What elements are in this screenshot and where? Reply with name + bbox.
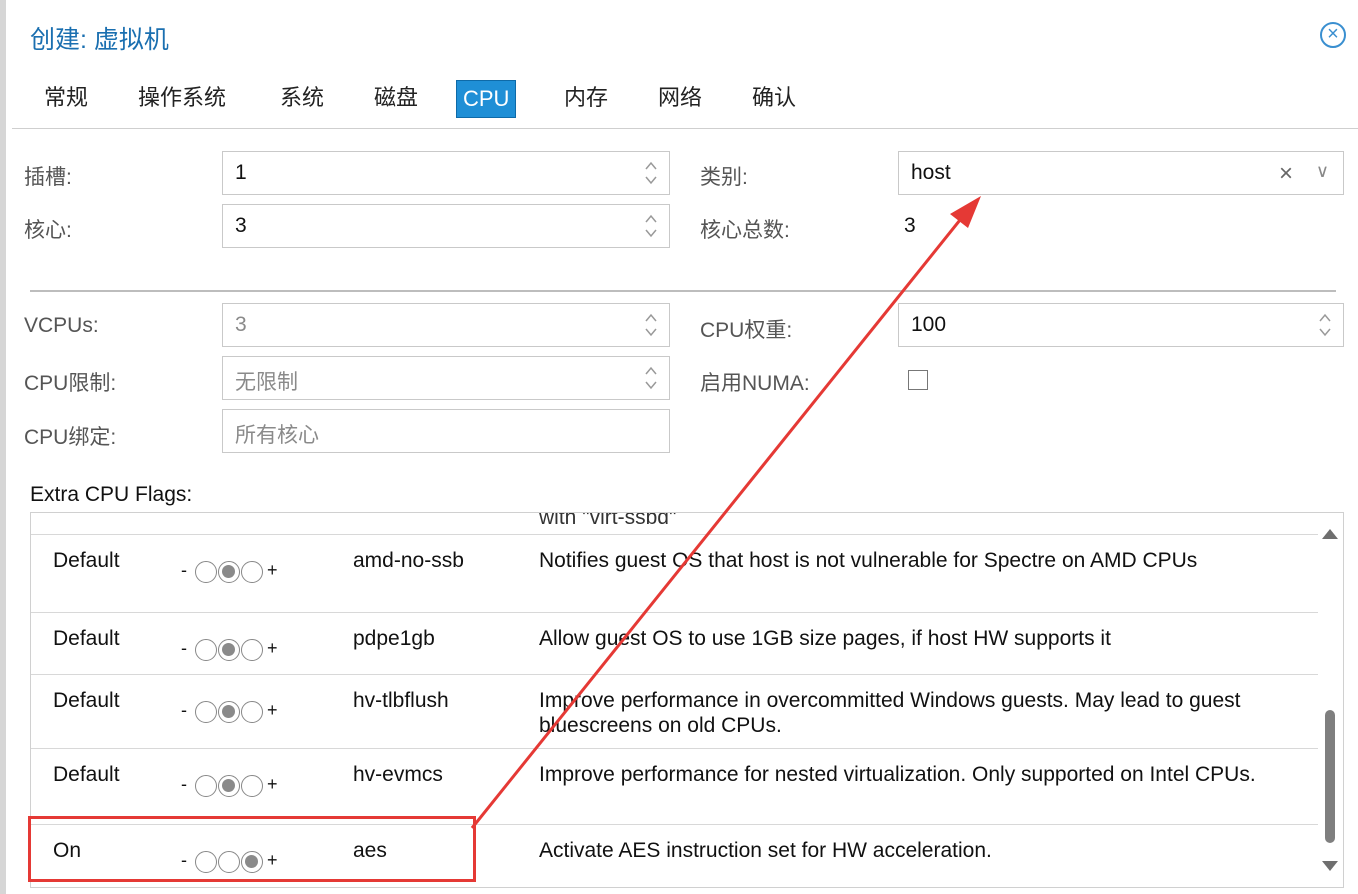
flag-off-radio[interactable] (195, 851, 217, 873)
flag-description: Improve performance in overcommitted Win… (539, 689, 1241, 737)
vcpus-value: 3 (235, 313, 247, 336)
flag-off-radio[interactable] (195, 701, 217, 723)
cores-value: 3 (235, 214, 247, 237)
scroll-up-icon[interactable] (1322, 529, 1338, 539)
sockets-label: 插槽: (24, 166, 72, 189)
plus-label: + (267, 774, 278, 794)
flag-name: amd-no-ssb (353, 549, 464, 572)
plus-label: + (267, 700, 278, 720)
scrollbar-thumb[interactable] (1325, 710, 1335, 843)
create-vm-dialog: 创建: 虚拟机 × 常规 操作系统 系统 磁盘 CPU 内存 网络 确认 插槽:… (0, 0, 1358, 894)
flag-name: pdpe1gb (353, 627, 435, 650)
total-cores-label: 核心总数: (700, 219, 790, 242)
spinner-icon[interactable] (1317, 309, 1333, 341)
dialog-titlebar: 创建: 虚拟机 × (12, 0, 1358, 74)
clear-icon[interactable]: × (1279, 160, 1293, 188)
cpu-affinity-input[interactable]: 所有核心 (222, 409, 670, 453)
flag-state: Default (53, 689, 120, 712)
flag-description: Notifies guest OS that host is not vulne… (539, 549, 1198, 572)
flag-on-radio[interactable] (241, 701, 263, 723)
section-divider (30, 290, 1336, 292)
flag-default-radio[interactable] (218, 561, 240, 583)
flag-default-radio[interactable] (218, 701, 240, 723)
cpu-type-select[interactable]: host × ∨ (898, 151, 1344, 195)
table-row: Default - + amd-no-ssb Notifies guest OS tha… (31, 535, 1318, 613)
cpu-units-value: 100 (911, 313, 947, 336)
tab-divider (12, 128, 1358, 129)
tab-general[interactable]: 常规 (38, 78, 94, 118)
flag-name: hv-evmcs (353, 763, 443, 786)
cpu-limit-value: 无限制 (235, 371, 298, 394)
flag-on-radio[interactable] (241, 851, 263, 873)
close-icon[interactable]: × (1320, 22, 1346, 48)
table-row: Default - + pdpe1gb Allow guest OS to use 1G… (31, 613, 1318, 675)
vcpus-input[interactable]: 3 (222, 303, 670, 347)
cores-input[interactable]: 3 (222, 204, 670, 248)
tab-cpu[interactable]: CPU (456, 80, 517, 118)
minus-label: - (181, 774, 187, 794)
flag-description: Allow guest OS to use 1GB size pages, if… (539, 627, 1111, 650)
flag-off-radio[interactable] (195, 775, 217, 797)
spinner-icon[interactable] (643, 157, 659, 189)
minus-label: - (181, 700, 187, 720)
table-row: Default - + hv-evmcs Improve performance for… (31, 749, 1318, 825)
extra-cpu-flags-title: Extra CPU Flags: (30, 483, 193, 506)
cpu-type-value: host (911, 161, 951, 184)
tab-system[interactable]: 系统 (274, 78, 330, 118)
total-cores-value: 3 (904, 214, 916, 237)
flag-on-radio[interactable] (241, 775, 263, 797)
tab-confirm[interactable]: 确认 (746, 78, 802, 118)
grid-scrollbar[interactable] (1316, 513, 1343, 887)
cpu-units-label: CPU权重: (700, 319, 793, 342)
vcpus-label: VCPUs: (24, 314, 99, 337)
spinner-icon[interactable] (643, 210, 659, 242)
cpu-flags-grid: with "virt-ssbd" Default - + amd-no-ssb Noti… (30, 512, 1344, 888)
cpu-limit-input[interactable]: 无限制 (222, 356, 670, 400)
flag-name: hv-tlbflush (353, 689, 449, 712)
flag-state: On (53, 839, 82, 862)
table-row (31, 513, 1318, 535)
sockets-value: 1 (235, 161, 247, 184)
flag-on-radio[interactable] (241, 561, 263, 583)
scroll-down-icon[interactable] (1322, 861, 1338, 871)
flag-default-radio[interactable] (218, 775, 240, 797)
flag-default-radio[interactable] (218, 639, 240, 661)
minus-label: - (181, 560, 187, 580)
cpu-units-input[interactable]: 100 (898, 303, 1344, 347)
flag-state: Default (53, 549, 120, 572)
cpu-limit-label: CPU限制: (24, 372, 117, 395)
flag-description: Activate AES instruction set for HW acce… (539, 839, 992, 862)
tab-os[interactable]: 操作系统 (132, 78, 232, 118)
spinner-icon[interactable] (643, 362, 659, 394)
tab-network[interactable]: 网络 (652, 78, 708, 118)
type-label: 类别: (700, 166, 748, 189)
plus-label: + (267, 850, 278, 870)
flag-default-radio[interactable] (218, 851, 240, 873)
minus-label: - (181, 850, 187, 870)
sockets-input[interactable]: 1 (222, 151, 670, 195)
numa-label: 启用NUMA: (700, 372, 810, 395)
flag-name: aes (353, 839, 387, 862)
minus-label: - (181, 638, 187, 658)
cpu-affinity-label: CPU绑定: (24, 426, 117, 449)
flag-state: Default (53, 763, 120, 786)
numa-checkbox[interactable] (908, 370, 928, 390)
table-row: Default - + hv-tlbflush Improve performance … (31, 675, 1318, 749)
flag-off-radio[interactable] (195, 561, 217, 583)
flag-off-radio[interactable] (195, 639, 217, 661)
spinner-icon[interactable] (643, 309, 659, 341)
table-row: On - + aes Activate AES instruction set for … (31, 825, 1318, 887)
chevron-down-icon[interactable]: ∨ (1316, 161, 1329, 182)
plus-label: + (267, 560, 278, 580)
tab-disk[interactable]: 磁盘 (368, 78, 424, 118)
flag-description: Improve performance for nested virtualiz… (539, 763, 1256, 786)
tab-memory[interactable]: 内存 (558, 78, 614, 118)
dialog-title: 创建: 虚拟机 (30, 26, 169, 54)
cores-label: 核心: (24, 219, 72, 242)
plus-label: + (267, 638, 278, 658)
flag-on-radio[interactable] (241, 639, 263, 661)
flag-state: Default (53, 627, 120, 650)
cpu-affinity-placeholder: 所有核心 (235, 424, 319, 447)
